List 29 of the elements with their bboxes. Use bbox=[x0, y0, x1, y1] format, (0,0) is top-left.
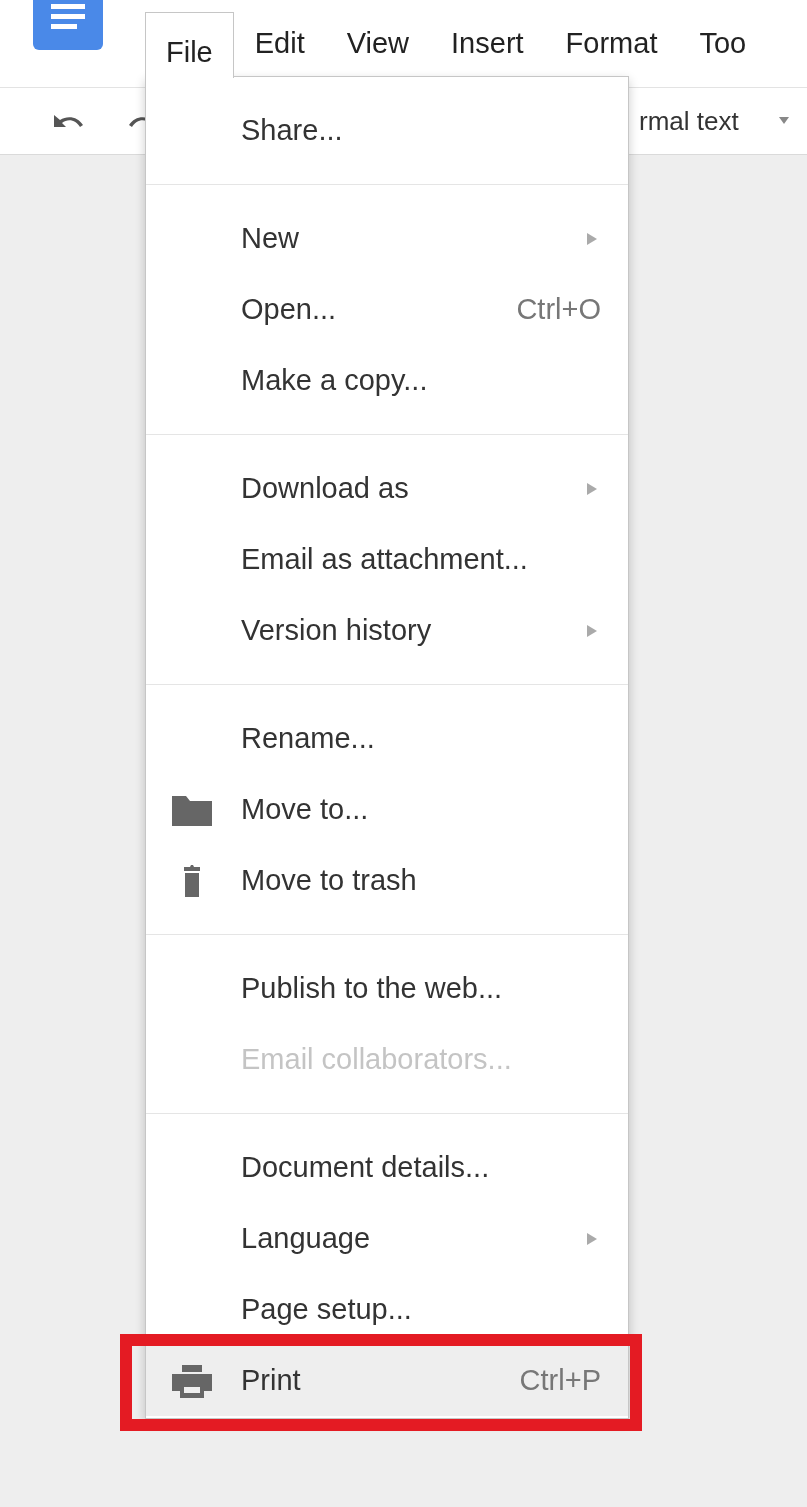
menu-item[interactable]: New bbox=[146, 203, 628, 274]
menu-item[interactable]: Language bbox=[146, 1203, 628, 1274]
menu-bar-item[interactable]: File bbox=[145, 12, 234, 78]
menu-item[interactable]: Email as attachment... bbox=[146, 524, 628, 595]
menu-item[interactable]: Download as bbox=[146, 453, 628, 524]
submenu-arrow-icon bbox=[587, 1232, 597, 1245]
menu-bar-item[interactable]: View bbox=[325, 12, 431, 78]
menu-item[interactable]: Move to trash bbox=[146, 845, 628, 916]
menu-bar-item[interactable]: Too bbox=[678, 12, 768, 78]
menu-item[interactable]: Document details... bbox=[146, 1132, 628, 1203]
submenu-arrow-icon bbox=[587, 232, 597, 245]
menu-item[interactable]: Make a copy... bbox=[146, 345, 628, 416]
paragraph-style-dropdown[interactable]: rmal text bbox=[639, 105, 739, 137]
document-logo-icon[interactable] bbox=[33, 0, 103, 50]
menu-item[interactable]: Rename... bbox=[146, 703, 628, 774]
menu-bar-item[interactable]: Insert bbox=[430, 12, 545, 78]
menu-item[interactable]: Open... Ctrl+O bbox=[146, 274, 628, 345]
menu-bar-item[interactable]: Format bbox=[544, 12, 679, 78]
menu-item[interactable]: Print Ctrl+P bbox=[146, 1345, 628, 1416]
caret-icon[interactable] bbox=[778, 117, 789, 125]
submenu-arrow-icon bbox=[587, 482, 597, 495]
submenu-arrow-icon bbox=[587, 624, 597, 637]
menu-item[interactable]: Move to... bbox=[146, 774, 628, 845]
menu-item[interactable]: Publish to the web... bbox=[146, 953, 628, 1024]
menu-item[interactable]: Share... bbox=[146, 95, 628, 166]
menu-item[interactable]: Version history bbox=[146, 595, 628, 666]
printer-icon bbox=[170, 1362, 214, 1399]
menu-item[interactable]: Page setup... bbox=[146, 1274, 628, 1345]
menu-bar-item[interactable]: Edit bbox=[233, 12, 326, 78]
